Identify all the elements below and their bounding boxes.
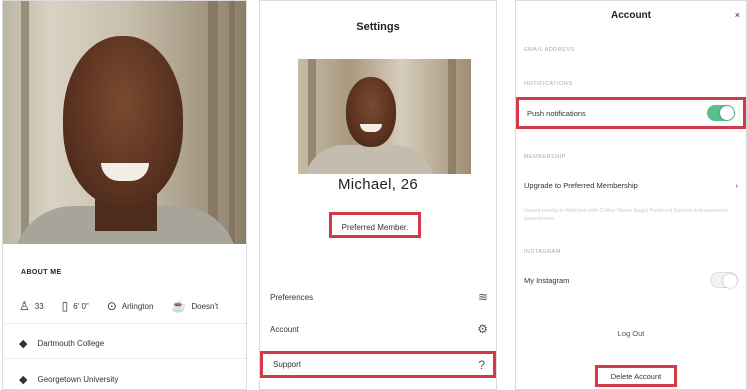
upgrade-membership-label: Upgrade to Preferred Membership (524, 180, 638, 190)
settings-panel: Settings Michael, 26 Preferred Member. P… (259, 0, 497, 390)
stat-location: ⊙ Arlington (107, 299, 154, 313)
stat-location-value: Arlington (121, 301, 154, 311)
menu-item-label: Account (270, 324, 299, 334)
preferred-member-badge[interactable]: Preferred Member. (329, 212, 421, 238)
account-panel: Account × EMAIL ADDRESS NOTIFICATIONS Pu… (515, 0, 747, 390)
photo-face (346, 77, 396, 147)
settings-profile-photo[interactable] (298, 59, 471, 174)
location-icon: ⊙ (106, 299, 117, 313)
sliders-icon: ≋ (477, 290, 488, 304)
education-row: ◆ Georgetown University (19, 368, 119, 389)
education-label: Dartmouth College (37, 338, 105, 348)
cake-icon: ♙ (19, 299, 30, 313)
section-membership: MEMBERSHIP (524, 154, 566, 160)
stat-height-value: 6' 0" (73, 301, 89, 311)
delete-account-button[interactable]: Delete Account (595, 365, 677, 387)
menu-item-label: Preferences (270, 292, 314, 302)
gear-icon: ⚙ (477, 322, 488, 336)
graduation-cap-icon: ◆ (19, 337, 28, 350)
background-tree (21, 1, 29, 244)
menu-item-label: Support (273, 360, 302, 369)
upgrade-membership-row[interactable]: Upgrade to Preferred Membership › (516, 171, 746, 199)
stat-smoking: ☕ Doesn't (171, 299, 218, 313)
smoking-icon: ☕ (171, 299, 187, 313)
stat-age: ♙ 33 (19, 299, 44, 313)
menu-item-account[interactable]: Account ⚙ (260, 316, 496, 342)
photo-shoulders (304, 145, 434, 174)
settings-title: Settings (356, 21, 400, 33)
menu-item-support[interactable]: Support ? (260, 351, 496, 378)
instagram-toggle[interactable] (710, 272, 738, 288)
instagram-label: My Instagram (524, 275, 570, 285)
education-row: ◆ Dartmouth College (19, 332, 104, 354)
account-title: Account (611, 10, 651, 21)
background-tree (229, 1, 235, 244)
instagram-row: My Instagram (516, 266, 746, 294)
push-notifications-toggle[interactable] (707, 105, 735, 121)
chevron-right-icon: › (735, 180, 739, 190)
background-tree (448, 59, 456, 174)
stat-smoking-value: Doesn't (191, 301, 219, 311)
stat-height: ▯ 6' 0" (62, 299, 89, 313)
stat-age-value: 33 (34, 301, 44, 311)
profile-photo[interactable] (3, 1, 246, 244)
push-notifications-row: Push notifications (516, 97, 746, 129)
divider (3, 323, 246, 324)
about-me-heading: ABOUT ME (21, 269, 62, 276)
profile-stats: ♙ 33 ▯ 6' 0" ⊙ Arlington ☕ Doesn't (19, 299, 236, 313)
section-notifications: NOTIFICATIONS (524, 81, 573, 87)
profile-name-age: Michael, 26 (337, 176, 418, 193)
toggle-knob (723, 274, 737, 288)
toggle-knob (720, 106, 734, 120)
graduation-cap-icon: ◆ (19, 373, 28, 386)
height-icon: ▯ (61, 299, 69, 313)
divider (3, 358, 246, 359)
background-tree (208, 1, 218, 244)
education-label: Georgetown University (37, 374, 119, 384)
logout-button[interactable]: Log Out (516, 329, 746, 338)
profile-panel: ABOUT ME ♙ 33 ▯ 6' 0" ⊙ Arlington ☕ Does… (2, 0, 247, 390)
push-notifications-label: Push notifications (527, 108, 586, 118)
question-icon: ? (478, 357, 485, 372)
close-icon[interactable]: × (735, 10, 740, 20)
membership-description: Instant priority in Matches with Coffee … (524, 208, 728, 222)
menu-item-preferences[interactable]: Preferences ≋ (260, 284, 496, 310)
section-email: EMAIL ADDRESS (524, 47, 575, 53)
section-instagram: INSTAGRAM (524, 249, 561, 255)
